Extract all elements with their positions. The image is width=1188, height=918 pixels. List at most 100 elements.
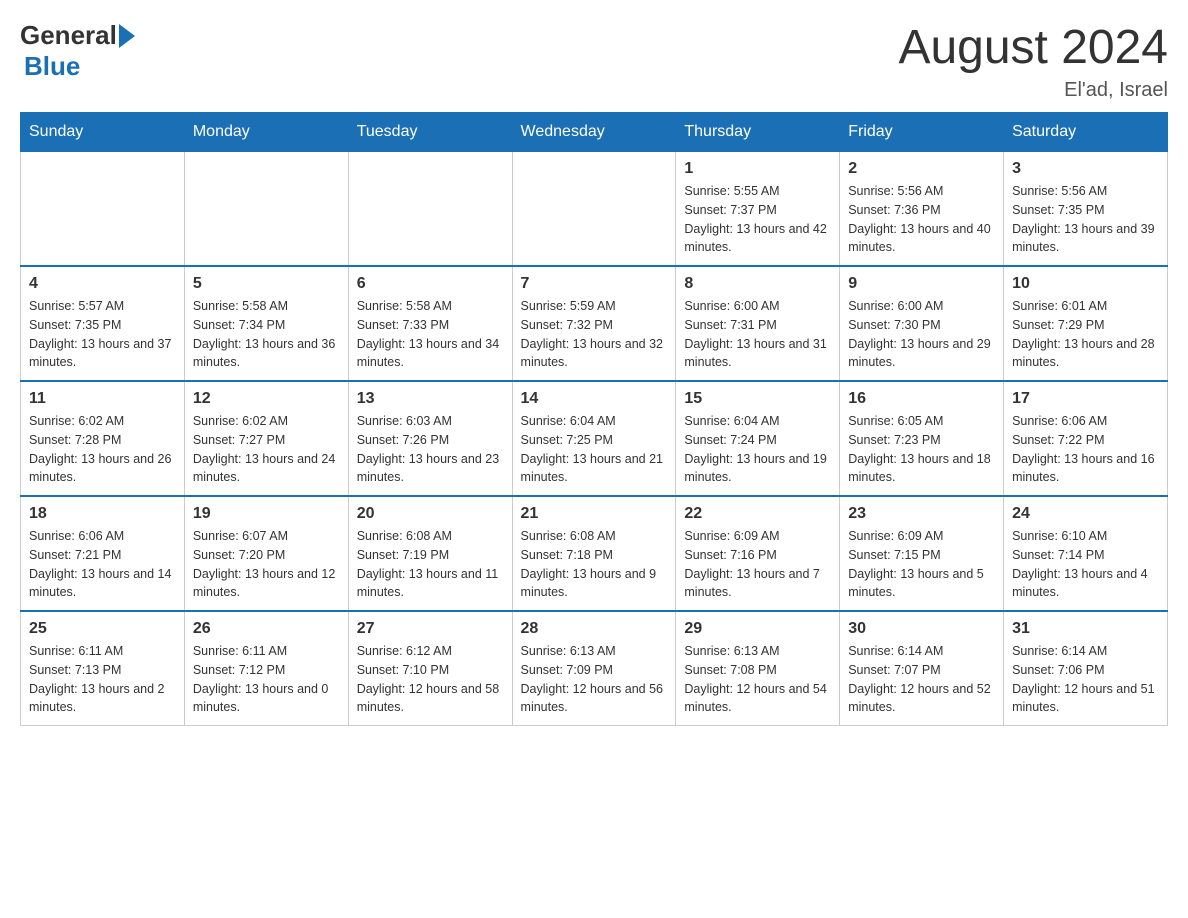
page-header: General Blue August 2024 El'ad, Israel [20,20,1168,102]
day-info: Sunrise: 6:08 AM Sunset: 7:19 PM Dayligh… [357,527,504,602]
day-number: 2 [848,160,995,178]
day-info: Sunrise: 6:00 AM Sunset: 7:31 PM Dayligh… [684,297,831,372]
calendar-week-2: 4Sunrise: 5:57 AM Sunset: 7:35 PM Daylig… [21,266,1168,381]
calendar-header-wednesday: Wednesday [512,113,676,152]
day-number: 27 [357,620,504,638]
day-number: 25 [29,620,176,638]
calendar-cell [184,152,348,267]
location-title: El'ad, Israel [898,79,1168,102]
day-info: Sunrise: 5:56 AM Sunset: 7:35 PM Dayligh… [1012,182,1159,257]
calendar-header-thursday: Thursday [676,113,840,152]
day-number: 22 [684,505,831,523]
day-info: Sunrise: 6:08 AM Sunset: 7:18 PM Dayligh… [521,527,668,602]
day-number: 29 [684,620,831,638]
calendar-cell: 18 Sunrise: 6:06 AM Sunset: 7:21 PM Dayli… [21,496,185,611]
calendar-cell: 4Sunrise: 5:57 AM Sunset: 7:35 PM Daylig… [21,266,185,381]
calendar-cell: 16 Sunrise: 6:05 AM Sunset: 7:23 PM Dayli… [840,381,1004,496]
calendar-cell: 11 Sunrise: 6:02 AM Sunset: 7:28 PM Dayli… [21,381,185,496]
calendar-cell: 2 Sunrise: 5:56 AM Sunset: 7:36 PM Daylig… [840,152,1004,267]
day-info: Sunrise: 6:02 AM Sunset: 7:28 PM Dayligh… [29,412,176,487]
day-info: Sunrise: 6:11 AM Sunset: 7:13 PM Dayligh… [29,642,176,717]
day-info: Sunrise: 5:56 AM Sunset: 7:36 PM Dayligh… [848,182,995,257]
calendar-cell: 26 Sunrise: 6:11 AM Sunset: 7:12 PM Dayli… [184,611,348,726]
day-number: 13 [357,390,504,408]
calendar-week-1: 1Sunrise: 5:55 AM Sunset: 7:37 PM Daylig… [21,152,1168,267]
calendar-cell: 9 Sunrise: 6:00 AM Sunset: 7:30 PM Daylig… [840,266,1004,381]
month-title: August 2024 [898,20,1168,75]
calendar-cell: 6 Sunrise: 5:58 AM Sunset: 7:33 PM Daylig… [348,266,512,381]
day-number: 9 [848,275,995,293]
calendar-cell: 30 Sunrise: 6:14 AM Sunset: 7:07 PM Dayli… [840,611,1004,726]
calendar-cell: 27 Sunrise: 6:12 AM Sunset: 7:10 PM Dayli… [348,611,512,726]
day-number: 8 [684,275,831,293]
calendar-cell: 1Sunrise: 5:55 AM Sunset: 7:37 PM Daylig… [676,152,840,267]
day-info: Sunrise: 6:00 AM Sunset: 7:30 PM Dayligh… [848,297,995,372]
calendar-cell: 20Sunrise: 6:08 AM Sunset: 7:19 PM Dayli… [348,496,512,611]
day-info: Sunrise: 6:04 AM Sunset: 7:24 PM Dayligh… [684,412,831,487]
day-info: Sunrise: 6:13 AM Sunset: 7:08 PM Dayligh… [684,642,831,717]
day-number: 18 [29,505,176,523]
day-number: 17 [1012,390,1159,408]
day-info: Sunrise: 6:09 AM Sunset: 7:15 PM Dayligh… [848,527,995,602]
day-info: Sunrise: 5:58 AM Sunset: 7:33 PM Dayligh… [357,297,504,372]
day-number: 28 [521,620,668,638]
logo-blue: Blue [24,51,80,81]
day-number: 3 [1012,160,1159,178]
calendar-cell: 28Sunrise: 6:13 AM Sunset: 7:09 PM Dayli… [512,611,676,726]
calendar-week-5: 25 Sunrise: 6:11 AM Sunset: 7:13 PM Dayli… [21,611,1168,726]
day-number: 10 [1012,275,1159,293]
day-number: 1 [684,160,831,178]
calendar-cell: 10 Sunrise: 6:01 AM Sunset: 7:29 PM Dayli… [1004,266,1168,381]
day-info: Sunrise: 5:57 AM Sunset: 7:35 PM Dayligh… [29,297,176,372]
day-number: 21 [521,505,668,523]
day-info: Sunrise: 6:01 AM Sunset: 7:29 PM Dayligh… [1012,297,1159,372]
calendar-cell [512,152,676,267]
day-info: Sunrise: 6:14 AM Sunset: 7:07 PM Dayligh… [848,642,995,717]
day-number: 30 [848,620,995,638]
calendar-cell: 12 Sunrise: 6:02 AM Sunset: 7:27 PM Dayli… [184,381,348,496]
day-info: Sunrise: 6:06 AM Sunset: 7:22 PM Dayligh… [1012,412,1159,487]
day-info: Sunrise: 6:03 AM Sunset: 7:26 PM Dayligh… [357,412,504,487]
calendar-cell: 19 Sunrise: 6:07 AM Sunset: 7:20 PM Dayli… [184,496,348,611]
day-number: 16 [848,390,995,408]
calendar-header-sunday: Sunday [21,113,185,152]
day-info: Sunrise: 6:14 AM Sunset: 7:06 PM Dayligh… [1012,642,1159,717]
day-info: Sunrise: 6:06 AM Sunset: 7:21 PM Dayligh… [29,527,176,602]
title-section: August 2024 El'ad, Israel [898,20,1168,102]
calendar-cell: 8 Sunrise: 6:00 AM Sunset: 7:31 PM Daylig… [676,266,840,381]
calendar-cell [21,152,185,267]
day-info: Sunrise: 6:02 AM Sunset: 7:27 PM Dayligh… [193,412,340,487]
calendar-cell: 25 Sunrise: 6:11 AM Sunset: 7:13 PM Dayli… [21,611,185,726]
calendar-header-row: SundayMondayTuesdayWednesdayThursdayFrid… [21,113,1168,152]
day-info: Sunrise: 6:12 AM Sunset: 7:10 PM Dayligh… [357,642,504,717]
calendar-header-friday: Friday [840,113,1004,152]
calendar-cell: 21 Sunrise: 6:08 AM Sunset: 7:18 PM Dayli… [512,496,676,611]
day-number: 19 [193,505,340,523]
calendar-cell: 29 Sunrise: 6:13 AM Sunset: 7:08 PM Dayli… [676,611,840,726]
day-number: 12 [193,390,340,408]
calendar-header-monday: Monday [184,113,348,152]
day-number: 6 [357,275,504,293]
calendar-header-saturday: Saturday [1004,113,1168,152]
calendar-cell: 15 Sunrise: 6:04 AM Sunset: 7:24 PM Dayli… [676,381,840,496]
day-number: 31 [1012,620,1159,638]
day-number: 11 [29,390,176,408]
calendar-cell: 17 Sunrise: 6:06 AM Sunset: 7:22 PM Dayli… [1004,381,1168,496]
day-number: 26 [193,620,340,638]
calendar-cell: 22Sunrise: 6:09 AM Sunset: 7:16 PM Dayli… [676,496,840,611]
calendar-cell: 3 Sunrise: 5:56 AM Sunset: 7:35 PM Daylig… [1004,152,1168,267]
logo-triangle-icon [119,24,135,48]
logo: General Blue [20,20,135,82]
day-info: Sunrise: 6:05 AM Sunset: 7:23 PM Dayligh… [848,412,995,487]
calendar-cell [348,152,512,267]
calendar-cell: 14Sunrise: 6:04 AM Sunset: 7:25 PM Dayli… [512,381,676,496]
day-number: 23 [848,505,995,523]
day-number: 24 [1012,505,1159,523]
day-number: 15 [684,390,831,408]
calendar-week-4: 18 Sunrise: 6:06 AM Sunset: 7:21 PM Dayli… [21,496,1168,611]
calendar-cell: 31 Sunrise: 6:14 AM Sunset: 7:06 PM Dayli… [1004,611,1168,726]
calendar-header-tuesday: Tuesday [348,113,512,152]
day-info: Sunrise: 6:11 AM Sunset: 7:12 PM Dayligh… [193,642,340,717]
day-info: Sunrise: 6:07 AM Sunset: 7:20 PM Dayligh… [193,527,340,602]
day-number: 5 [193,275,340,293]
